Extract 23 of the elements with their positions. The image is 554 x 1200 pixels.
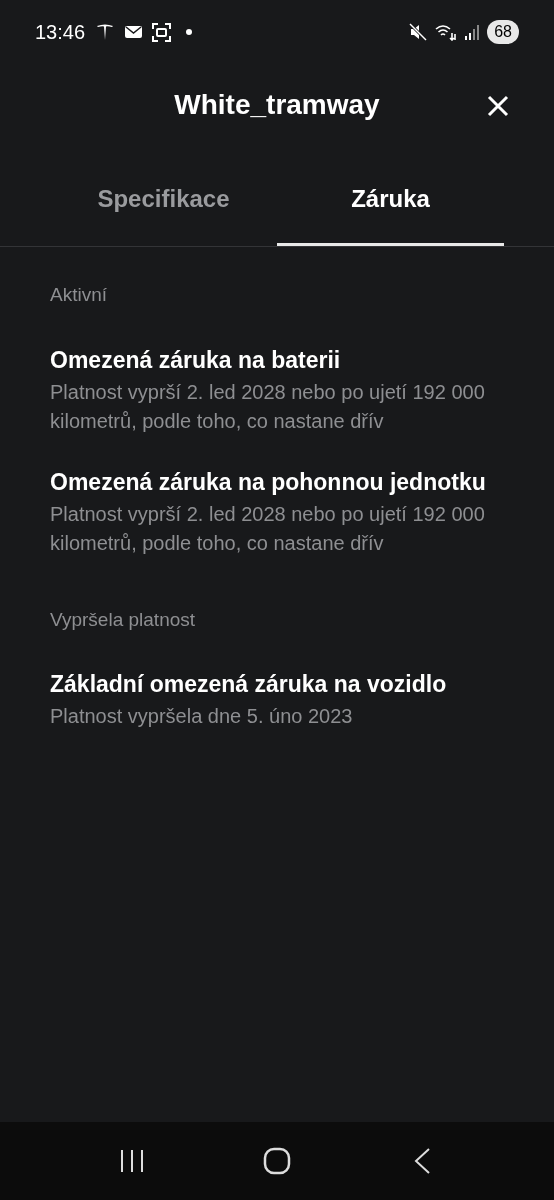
tab[interactable]: Záruka <box>277 146 504 246</box>
wifi-icon <box>435 23 458 41</box>
warranty-detail: Platnost vyprší 2. led 2028 nebo po ujetí 192 000 kilometrů, podle toho, co nastane dřív <box>50 501 486 556</box>
page-title: White_tramway <box>174 88 380 122</box>
section-heading: Aktivní <box>50 283 109 307</box>
warranty-title: Omezená záruka na pohonnou jednotku <box>50 467 487 497</box>
home-icon <box>263 1147 291 1175</box>
back-icon <box>412 1147 431 1175</box>
section-heading: Vypršela platnost <box>50 607 197 632</box>
warranty-title: Omezená záruka na baterii <box>50 345 342 375</box>
mute-icon <box>409 23 428 41</box>
warranty-detail: Platnost vyprší 2. led 2028 nebo po ujetí 192 000 kilometrů, podle toho, co nastane dřív <box>50 379 486 434</box>
screenshot-icon <box>152 22 172 42</box>
warranty-title: Základní omezená záruka na vozidlo <box>50 670 448 699</box>
close-icon <box>487 95 509 117</box>
notification-dot-icon <box>185 28 194 36</box>
signal-icon <box>465 24 480 40</box>
mail-icon <box>125 25 143 39</box>
battery-level: 68 <box>487 20 519 44</box>
recent-apps-icon <box>119 1149 146 1173</box>
status-time: 13:46 <box>35 20 86 45</box>
warranty-detail: Platnost vypršela dne 5. úno 2023 <box>50 704 354 729</box>
tab[interactable]: Specifikace <box>50 146 277 246</box>
